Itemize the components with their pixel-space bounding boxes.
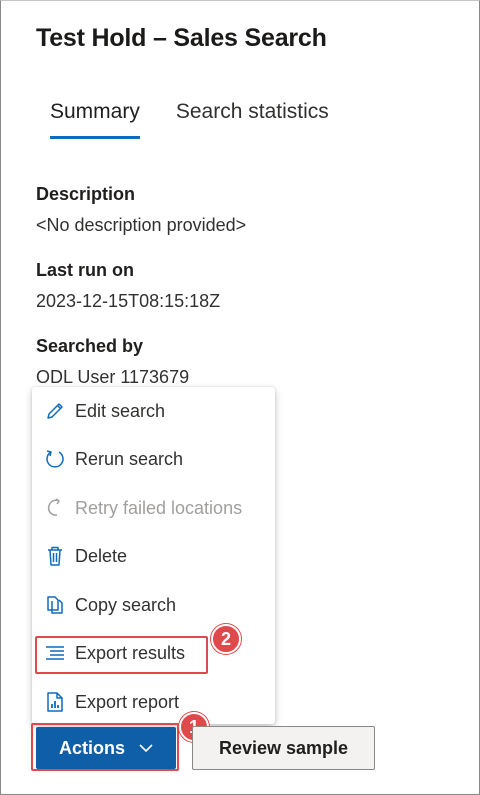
report-icon	[44, 691, 66, 713]
retry-icon	[44, 497, 66, 519]
tab-bar: Summary Search statistics	[36, 96, 351, 142]
menu-item-label: Copy search	[75, 594, 177, 615]
actions-highlight	[31, 723, 179, 771]
menu-item-label: Rerun search	[75, 448, 184, 469]
description-value: <No description provided>	[36, 215, 247, 235]
menu-item-copy-search[interactable]: Copy search	[32, 583, 275, 627]
review-sample-button[interactable]: Review sample	[192, 726, 375, 770]
copy-icon	[44, 594, 66, 616]
trash-icon	[44, 545, 66, 567]
searched-by-value: ODL User 1173679	[36, 367, 190, 387]
refresh-icon	[44, 448, 66, 470]
tab-search-statistics[interactable]: Search statistics	[162, 96, 343, 142]
last-run-label: Last run on	[36, 260, 134, 280]
pencil-icon	[44, 400, 66, 422]
menu-item-label: Export report	[75, 691, 180, 712]
menu-item-export-report[interactable]: Export report	[32, 680, 275, 724]
menu-item-delete[interactable]: Delete	[32, 534, 275, 578]
menu-item-label: Edit search	[75, 400, 166, 421]
menu-item-edit-search[interactable]: Edit search	[32, 389, 275, 433]
export-results-highlight	[35, 636, 208, 674]
menu-item-label: Delete	[75, 545, 128, 566]
last-run-value: 2023-12-15T08:15:18Z	[36, 291, 221, 311]
panel-title: Test Hold – Sales Search	[36, 24, 327, 52]
menu-item-label: Retry failed locations	[75, 497, 243, 518]
menu-item-rerun-search[interactable]: Rerun search	[32, 437, 275, 481]
tab-summary[interactable]: Summary	[36, 96, 154, 142]
step-badge-2: 2	[211, 624, 241, 654]
menu-item-retry-failed-locations[interactable]: Retry failed locations	[32, 486, 275, 530]
description-label: Description	[36, 184, 136, 204]
searched-by-label: Searched by	[36, 336, 144, 356]
